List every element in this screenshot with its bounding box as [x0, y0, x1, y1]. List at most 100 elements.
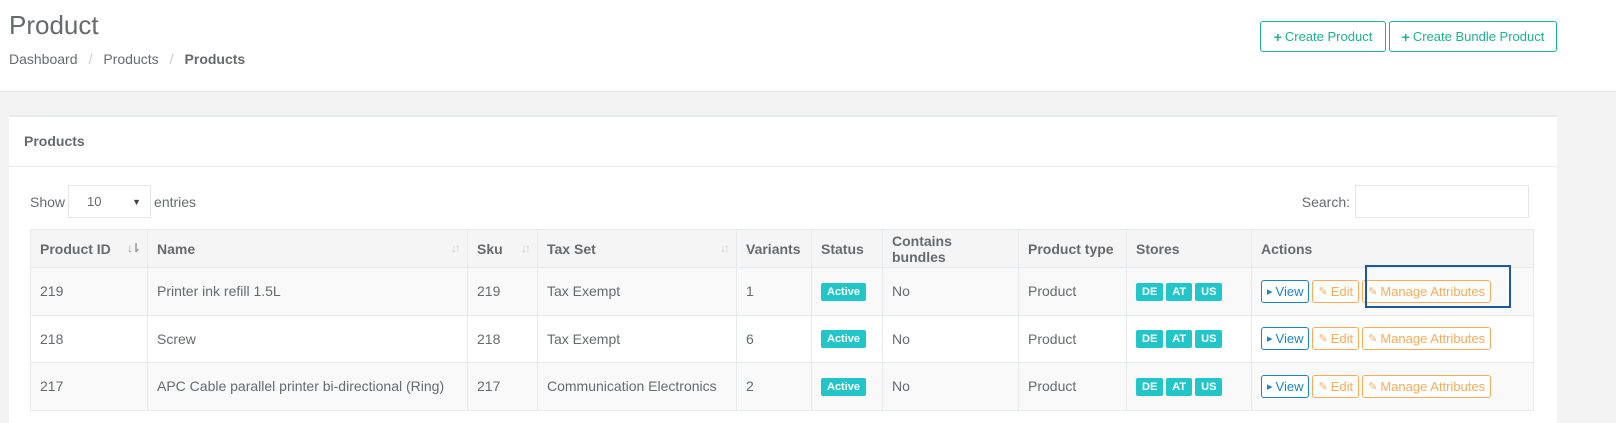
col-label: Variants — [746, 240, 801, 257]
page-title: Product — [9, 10, 99, 40]
col-product-type: Product type — [1018, 229, 1127, 268]
cell-variants: 1 — [736, 267, 812, 316]
store-badge: DE — [1136, 377, 1164, 396]
table-row: 218 Screw 218 Tax Exempt 6 Active No Pro… — [30, 314, 1534, 363]
col-stores: Stores — [1126, 229, 1252, 268]
col-product-id[interactable]: Product ID ↓⇂ — [30, 229, 148, 268]
cell-sku: 219 — [467, 267, 538, 316]
breadcrumb-products[interactable]: Products — [103, 51, 158, 67]
sort-icon: ↓↑ — [521, 241, 531, 255]
manage-attributes-label: Manage Attributes — [1380, 331, 1486, 347]
plus-icon: + — [1401, 28, 1410, 45]
col-tax-set[interactable]: Tax Set ↓↑ — [537, 229, 737, 268]
products-panel: Products Show 10 ▼ entries Search: Produ… — [9, 115, 1557, 423]
entries-label: entries — [154, 193, 197, 210]
store-badge: US — [1195, 330, 1223, 349]
sort-desc-icon: ↓⇂ — [126, 241, 141, 255]
col-contains-bundles: Contains bundles — [882, 229, 1019, 268]
store-badge: AT — [1166, 282, 1193, 301]
search-input[interactable] — [1355, 185, 1529, 218]
edit-icon: ✎ — [1318, 380, 1328, 393]
col-sku[interactable]: Sku ↓↑ — [467, 229, 538, 268]
view-button[interactable]: ▸ View — [1261, 279, 1310, 303]
cell-variants: 2 — [736, 362, 812, 411]
col-label: Product ID — [40, 240, 111, 257]
status-badge: Active — [821, 377, 867, 396]
col-label: Actions — [1261, 240, 1313, 257]
col-actions: Actions — [1251, 229, 1534, 268]
col-label: Product type — [1028, 240, 1114, 257]
table-header-row: Product ID ↓⇂ Name ↓↑ Sku ↓↑ Tax Set ↓↑ Vari… — [30, 229, 1534, 268]
cell-actions: ▸ View ✎ Edit ✎ Manage Attributes — [1251, 314, 1534, 363]
col-variants: Variants — [736, 229, 812, 268]
breadcrumb: Dashboard / Products / Products — [9, 51, 245, 67]
cell-tax-set: Communication Electronics — [537, 362, 737, 411]
create-product-button[interactable]: + Create Product — [1260, 21, 1386, 52]
cell-status: Active — [811, 267, 883, 316]
cell-actions: ▸ View ✎ Edit ✎ Manage Attributes — [1251, 362, 1534, 411]
view-label: View — [1275, 378, 1304, 394]
cell-actions: ▸ View ✎ Edit ✎ Manage Attributes — [1251, 267, 1534, 316]
show-entries: Show 10 ▼ entries — [30, 185, 196, 218]
store-badge: AT — [1166, 377, 1193, 396]
cell-contains-bundles: No — [882, 267, 1019, 316]
edit-button[interactable]: ✎ Edit — [1312, 374, 1360, 398]
create-bundle-label: Create Bundle Product — [1412, 29, 1545, 44]
edit-icon: ✎ — [1368, 333, 1378, 346]
page-header: Product Dashboard / Products / Products … — [0, 0, 1616, 92]
status-badge: Active — [821, 282, 867, 301]
edit-icon: ✎ — [1318, 333, 1328, 346]
manage-attributes-button[interactable]: ✎ Manage Attributes — [1362, 327, 1492, 351]
cell-product-id: 217 — [30, 362, 148, 411]
chevron-down-icon: ▼ — [132, 196, 142, 207]
cell-product-type: Product — [1018, 362, 1127, 411]
cell-product-id: 219 — [30, 267, 148, 316]
caret-right-icon: ▸ — [1267, 380, 1273, 393]
edit-icon: ✎ — [1368, 380, 1378, 393]
caret-right-icon: ▸ — [1267, 285, 1273, 298]
manage-attributes-button[interactable]: ✎ Manage Attributes — [1362, 374, 1492, 398]
search-label: Search: — [1301, 193, 1350, 210]
store-badge: DE — [1136, 330, 1164, 349]
manage-attributes-label: Manage Attributes — [1380, 378, 1486, 394]
col-status: Status — [811, 229, 883, 268]
store-badge: AT — [1166, 330, 1193, 349]
breadcrumb-separator: / — [88, 51, 93, 67]
cell-name: Printer ink refill 1.5L — [147, 267, 468, 316]
col-label: Tax Set — [547, 240, 596, 257]
cell-product-id: 218 — [30, 314, 148, 363]
sort-icon: ↓↑ — [451, 241, 461, 255]
view-button[interactable]: ▸ View — [1261, 327, 1310, 351]
cell-product-type: Product — [1018, 314, 1127, 363]
store-badge: US — [1195, 282, 1223, 301]
create-product-label: Create Product — [1284, 29, 1373, 44]
col-label: Stores — [1136, 240, 1180, 257]
cell-sku: 217 — [467, 362, 538, 411]
store-badge: DE — [1136, 282, 1164, 301]
cell-tax-set: Tax Exempt — [537, 314, 737, 363]
breadcrumb-separator: / — [169, 51, 174, 67]
manage-attributes-button[interactable]: ✎ Manage Attributes — [1362, 279, 1492, 303]
cell-stores: DE AT US — [1126, 362, 1252, 411]
view-button[interactable]: ▸ View — [1261, 374, 1310, 398]
create-bundle-product-button[interactable]: + Create Bundle Product — [1389, 21, 1557, 52]
cell-stores: DE AT US — [1126, 314, 1252, 363]
edit-button[interactable]: ✎ Edit — [1312, 327, 1360, 351]
cell-name: APC Cable parallel printer bi-directiona… — [147, 362, 468, 411]
cell-status: Active — [811, 314, 883, 363]
sort-icon: ↓↑ — [720, 241, 730, 255]
col-label: Contains bundles — [892, 232, 952, 265]
breadcrumb-dashboard[interactable]: Dashboard — [9, 51, 78, 67]
products-table: Product ID ↓⇂ Name ↓↑ Sku ↓↑ Tax Set ↓↑ Vari… — [30, 229, 1534, 411]
manage-attributes-label: Manage Attributes — [1380, 283, 1486, 299]
panel-title: Products — [9, 117, 1557, 167]
cell-stores: DE AT US — [1126, 267, 1252, 316]
edit-label: Edit — [1330, 378, 1354, 394]
page-size-select[interactable]: 10 ▼ — [68, 185, 152, 218]
edit-label: Edit — [1330, 283, 1354, 299]
col-name[interactable]: Name ↓↑ — [147, 229, 468, 268]
cell-contains-bundles: No — [882, 314, 1019, 363]
edit-icon: ✎ — [1318, 285, 1328, 298]
cell-variants: 6 — [736, 314, 812, 363]
edit-button[interactable]: ✎ Edit — [1312, 279, 1360, 303]
